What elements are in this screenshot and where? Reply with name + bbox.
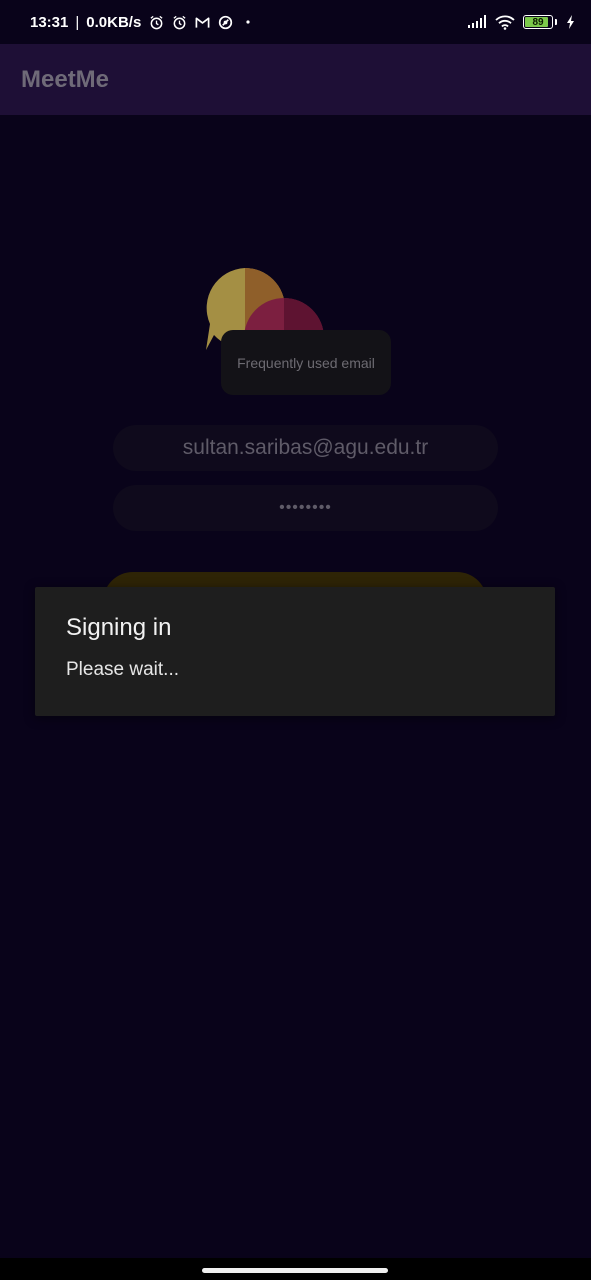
charging-icon [565,14,575,30]
home-indicator[interactable] [202,1268,388,1273]
password-field[interactable]: •••••••• [113,485,498,531]
wifi-icon [495,14,515,30]
battery-icon: 89 [523,15,553,29]
status-bar: 13:31 | 0.0KB/s 89 [0,0,591,44]
status-left: 13:31 | 0.0KB/s [30,14,256,31]
status-separator: | [75,13,80,31]
email-suggestion-tooltip: Frequently used email [221,330,391,395]
login-screen: 13:31 | 0.0KB/s 89 MeetMe Frequently use… [0,0,591,1280]
dialog-title: Signing in [66,614,172,641]
signal-icon [467,14,487,30]
app-title: MeetMe [21,65,110,93]
status-right: 89 [467,14,575,30]
dialog-message: Please wait... [66,659,179,680]
app-bar: MeetMe [0,44,591,115]
email-field[interactable]: sultan.saribas@agu.edu.tr [113,425,498,471]
sync-icon [217,14,233,30]
dot-icon [240,14,256,30]
progress-dialog: Signing in Please wait... [35,587,555,716]
alarm-icon [171,14,187,30]
gmail-icon [194,14,210,30]
alarm-icon [148,14,164,30]
network-speed: 0.0KB/s [86,13,142,31]
status-time: 13:31 [30,13,69,31]
battery-level: 89 [532,16,544,28]
battery-tip [555,19,557,25]
